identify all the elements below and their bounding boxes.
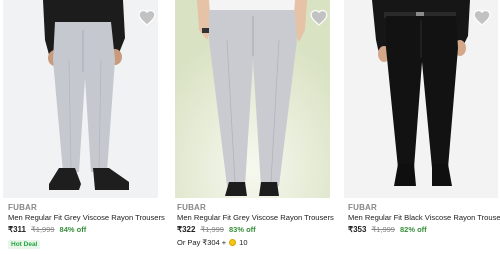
selling-price: ₹311 [8,225,26,234]
product-brand: FUBAR [348,203,377,212]
product-brand: FUBAR [8,203,37,212]
original-price: ₹1,999 [371,225,395,234]
price-row: ₹353 ₹1,999 82% off [348,225,427,234]
product-image[interactable] [3,0,158,198]
price-row: ₹311 ₹1,999 84% off [8,225,86,234]
product-title[interactable]: Men Regular Fit Black Viscose Rayon Trou… [348,213,500,222]
product-card[interactable]: FUBAR Men Regular Fit Grey Viscose Rayon… [172,0,337,254]
product-card[interactable]: FUBAR Men Regular Fit Grey Viscose Rayon… [0,0,165,254]
wishlist-heart-icon[interactable] [473,9,491,26]
selling-price: ₹322 [177,225,196,234]
product-title[interactable]: Men Regular Fit Grey Viscose Rayon Trous… [177,213,334,222]
wishlist-heart-icon[interactable] [138,9,156,26]
coin-offer-text: Or Pay ₹304 + [177,238,227,247]
product-image[interactable] [175,0,330,198]
wishlist-heart-icon[interactable] [310,9,328,26]
discount-percent: 83% off [228,225,256,234]
original-price: ₹1,999 [31,225,55,234]
discount-percent: 84% off [59,225,87,234]
product-brand: FUBAR [177,203,206,212]
supercoin-icon [229,239,237,246]
coin-payment-offer: Or Pay ₹304 + 10 [177,238,248,247]
discount-percent: 82% off [399,225,427,234]
coin-count: 10 [239,238,248,247]
product-title[interactable]: Men Regular Fit Grey Viscose Rayon Trous… [8,213,165,222]
original-price: ₹1,999 [200,225,224,234]
selling-price: ₹353 [348,225,367,234]
product-card[interactable]: FUBAR Men Regular Fit Black Viscose Rayo… [342,0,500,254]
price-row: ₹322 ₹1,999 83% off [177,225,256,234]
product-image[interactable] [344,0,498,198]
hot-deal-badge: Hot Deal [8,240,41,249]
